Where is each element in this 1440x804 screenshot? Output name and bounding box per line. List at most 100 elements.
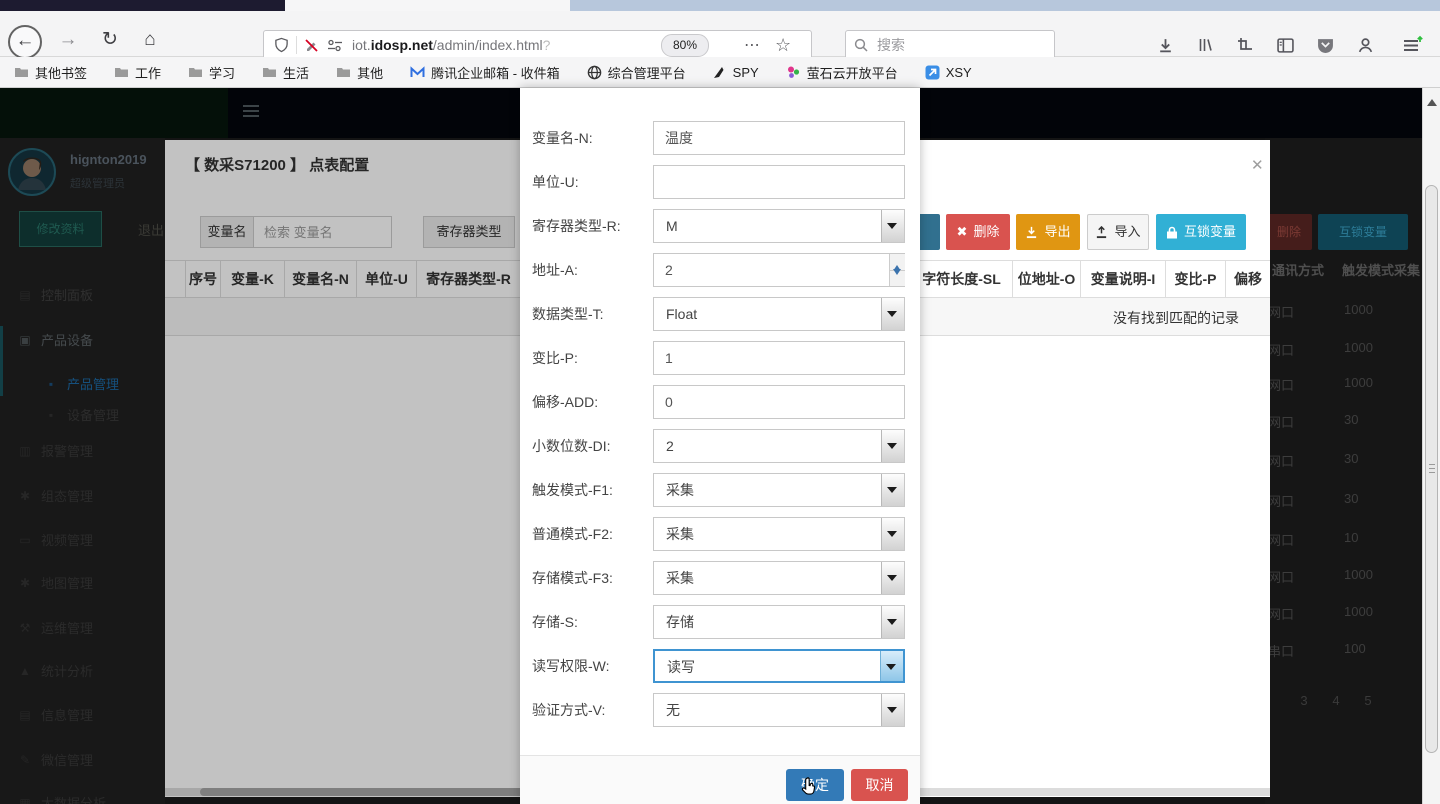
cancel-button[interactable]: 取消 <box>851 769 908 801</box>
home-button[interactable]: ⌂ <box>134 25 166 57</box>
ratio-input[interactable] <box>653 341 905 375</box>
bookmark-folder-work[interactable]: 工作 <box>114 63 161 82</box>
browser-vertical-scrollbar[interactable] <box>1422 88 1440 804</box>
sidebar-item-map[interactable]: ✱地图管理 <box>18 573 93 592</box>
col-offset[interactable]: 偏移 <box>1225 261 1270 298</box>
chart-icon: ▲ <box>18 664 32 678</box>
offset-input[interactable] <box>653 385 905 419</box>
chevron-down-icon[interactable] <box>881 562 904 594</box>
bookmark-folder-other[interactable]: 其他书签 <box>14 63 87 82</box>
url-bar[interactable]: iot.idosp.net/admin/index.html? 80% ⋯ ☆ <box>263 30 812 60</box>
bookmark-star-icon[interactable]: ☆ <box>775 35 791 56</box>
sidebar-item-scada[interactable]: ✱组态管理 <box>18 486 93 505</box>
bookmark-folder-study[interactable]: 学习 <box>188 63 235 82</box>
forward-button[interactable]: → <box>52 25 84 57</box>
field-label-storage-mode: 存储模式-F3: <box>532 561 650 595</box>
bg-cell: 30 <box>1344 412 1358 427</box>
pen-disabled-icon[interactable] <box>304 38 319 53</box>
home-icon: ▤ <box>18 288 32 302</box>
account-icon[interactable] <box>1352 34 1378 56</box>
bookmark-xsy[interactable]: XSY <box>925 65 972 80</box>
number-stepper[interactable] <box>889 254 905 286</box>
scroll-up-icon[interactable] <box>1427 94 1437 106</box>
url-suffix-text: ? <box>543 37 551 53</box>
library-icon[interactable] <box>1192 34 1218 56</box>
folder-icon <box>262 66 277 78</box>
export-button[interactable]: 导出 <box>1016 214 1080 250</box>
chevron-down-icon[interactable] <box>881 518 904 550</box>
menu-hamburger-icon[interactable] <box>1398 34 1428 56</box>
sidebar-item-ops[interactable]: ⚒运维管理 <box>18 618 93 637</box>
reload-button[interactable]: ↻ <box>94 25 126 57</box>
chevron-down-icon[interactable] <box>881 298 904 330</box>
trigger-mode-select[interactable]: 采集 <box>653 473 905 507</box>
chevron-down-icon[interactable] <box>881 210 904 242</box>
col-char-length[interactable]: 字符长度-SL <box>910 261 1012 298</box>
screenshot-crop-icon[interactable] <box>1232 34 1258 56</box>
col-variable-desc[interactable]: 变量说明-I <box>1080 261 1165 298</box>
sidebar-subitem-product-manage[interactable]: ▪产品管理 <box>44 374 119 393</box>
verify-mode-select[interactable]: 无 <box>653 693 905 727</box>
sidebar-item-video[interactable]: ▭视频管理 <box>18 530 93 549</box>
chevron-down-icon[interactable] <box>880 651 903 681</box>
unit-input[interactable] <box>653 165 905 199</box>
sidebar-subitem-device-manage[interactable]: ▪设备管理 <box>44 405 119 424</box>
variable-name-input[interactable] <box>653 121 905 155</box>
bookmark-folder-life[interactable]: 生活 <box>262 63 309 82</box>
permissions-icon[interactable] <box>327 39 343 52</box>
back-button[interactable]: ← <box>8 25 42 59</box>
download-icon[interactable] <box>1152 34 1178 56</box>
sidebar-item-home[interactable]: ▤控制面板 <box>18 285 93 304</box>
bg-cell: 网口 <box>1268 567 1294 586</box>
register-type-select[interactable]: M <box>653 209 905 243</box>
col-ratio[interactable]: 变比-P <box>1165 261 1225 298</box>
avatar[interactable] <box>8 148 56 196</box>
delete-button[interactable]: ✖删除 <box>946 214 1010 250</box>
bookmark-management-platform[interactable]: 综合管理平台 <box>587 63 686 82</box>
bookmark-tencent-mail[interactable]: 腾讯企业邮箱 - 收件箱 <box>410 63 560 82</box>
search-input[interactable] <box>875 36 1029 54</box>
vertical-scrollbar-thumb[interactable] <box>1425 185 1438 753</box>
address-input[interactable] <box>653 253 905 287</box>
bookmark-ezviz-platform[interactable]: 萤石云开放平台 <box>786 63 898 82</box>
storage-select[interactable]: 存储 <box>653 605 905 639</box>
interlock-variable-button[interactable]: 互锁变量 <box>1156 214 1246 250</box>
browser-search-box[interactable] <box>845 30 1055 60</box>
modal-footer: 确定 取消 <box>520 755 920 804</box>
bg-cell: 网口 <box>1268 412 1294 431</box>
sidebar-toggle-icon[interactable] <box>1272 34 1298 56</box>
page-actions-icon[interactable]: ⋯ <box>744 35 761 55</box>
chevron-down-icon[interactable] <box>881 430 904 462</box>
sidebar-item-stats[interactable]: ▲统计分析 <box>18 661 93 680</box>
chevron-down-icon[interactable] <box>881 606 904 638</box>
shield-icon[interactable] <box>274 37 289 53</box>
sidebar-collapse-icon[interactable] <box>243 105 259 120</box>
normal-mode-select[interactable]: 采集 <box>653 517 905 551</box>
sidebar-item-product-device[interactable]: ▣产品设备 <box>18 330 93 349</box>
sidebar-item-alarm[interactable]: ▥报警管理 <box>18 441 93 460</box>
storage-mode-select[interactable]: 采集 <box>653 561 905 595</box>
chevron-down-icon[interactable] <box>881 694 904 726</box>
sidebar-item-wechat[interactable]: ✎微信管理 <box>18 750 93 769</box>
active-tab-segment[interactable] <box>285 0 570 11</box>
browser-tab-strip[interactable] <box>0 0 1440 11</box>
decimals-select[interactable]: 2 <box>653 429 905 463</box>
pocket-icon[interactable] <box>1312 34 1338 56</box>
import-button[interactable]: 导入 <box>1087 214 1149 250</box>
profile-button[interactable]: 修改资料 <box>19 211 102 247</box>
bookmark-spy[interactable]: SPY <box>713 65 759 80</box>
gear2-icon: ✱ <box>18 576 32 590</box>
bg-cell: 100 <box>1344 641 1366 656</box>
step-down-icon[interactable] <box>893 269 901 279</box>
import-icon <box>1095 226 1108 239</box>
logout-link[interactable]: 退出 <box>138 220 164 239</box>
sidebar-item-bigdata[interactable]: ▦大数据分析 <box>18 793 106 804</box>
data-type-select[interactable]: Float <box>653 297 905 331</box>
col-bit-address[interactable]: 位地址-O <box>1012 261 1080 298</box>
sidebar-item-info[interactable]: ▤信息管理 <box>18 705 93 724</box>
chevron-down-icon[interactable] <box>881 474 904 506</box>
close-icon[interactable]: ✕ <box>1251 156 1264 174</box>
rw-permission-select[interactable]: 读写 <box>653 649 905 683</box>
bookmark-folder-misc[interactable]: 其他 <box>336 63 383 82</box>
zoom-level-badge[interactable]: 80% <box>661 34 709 57</box>
